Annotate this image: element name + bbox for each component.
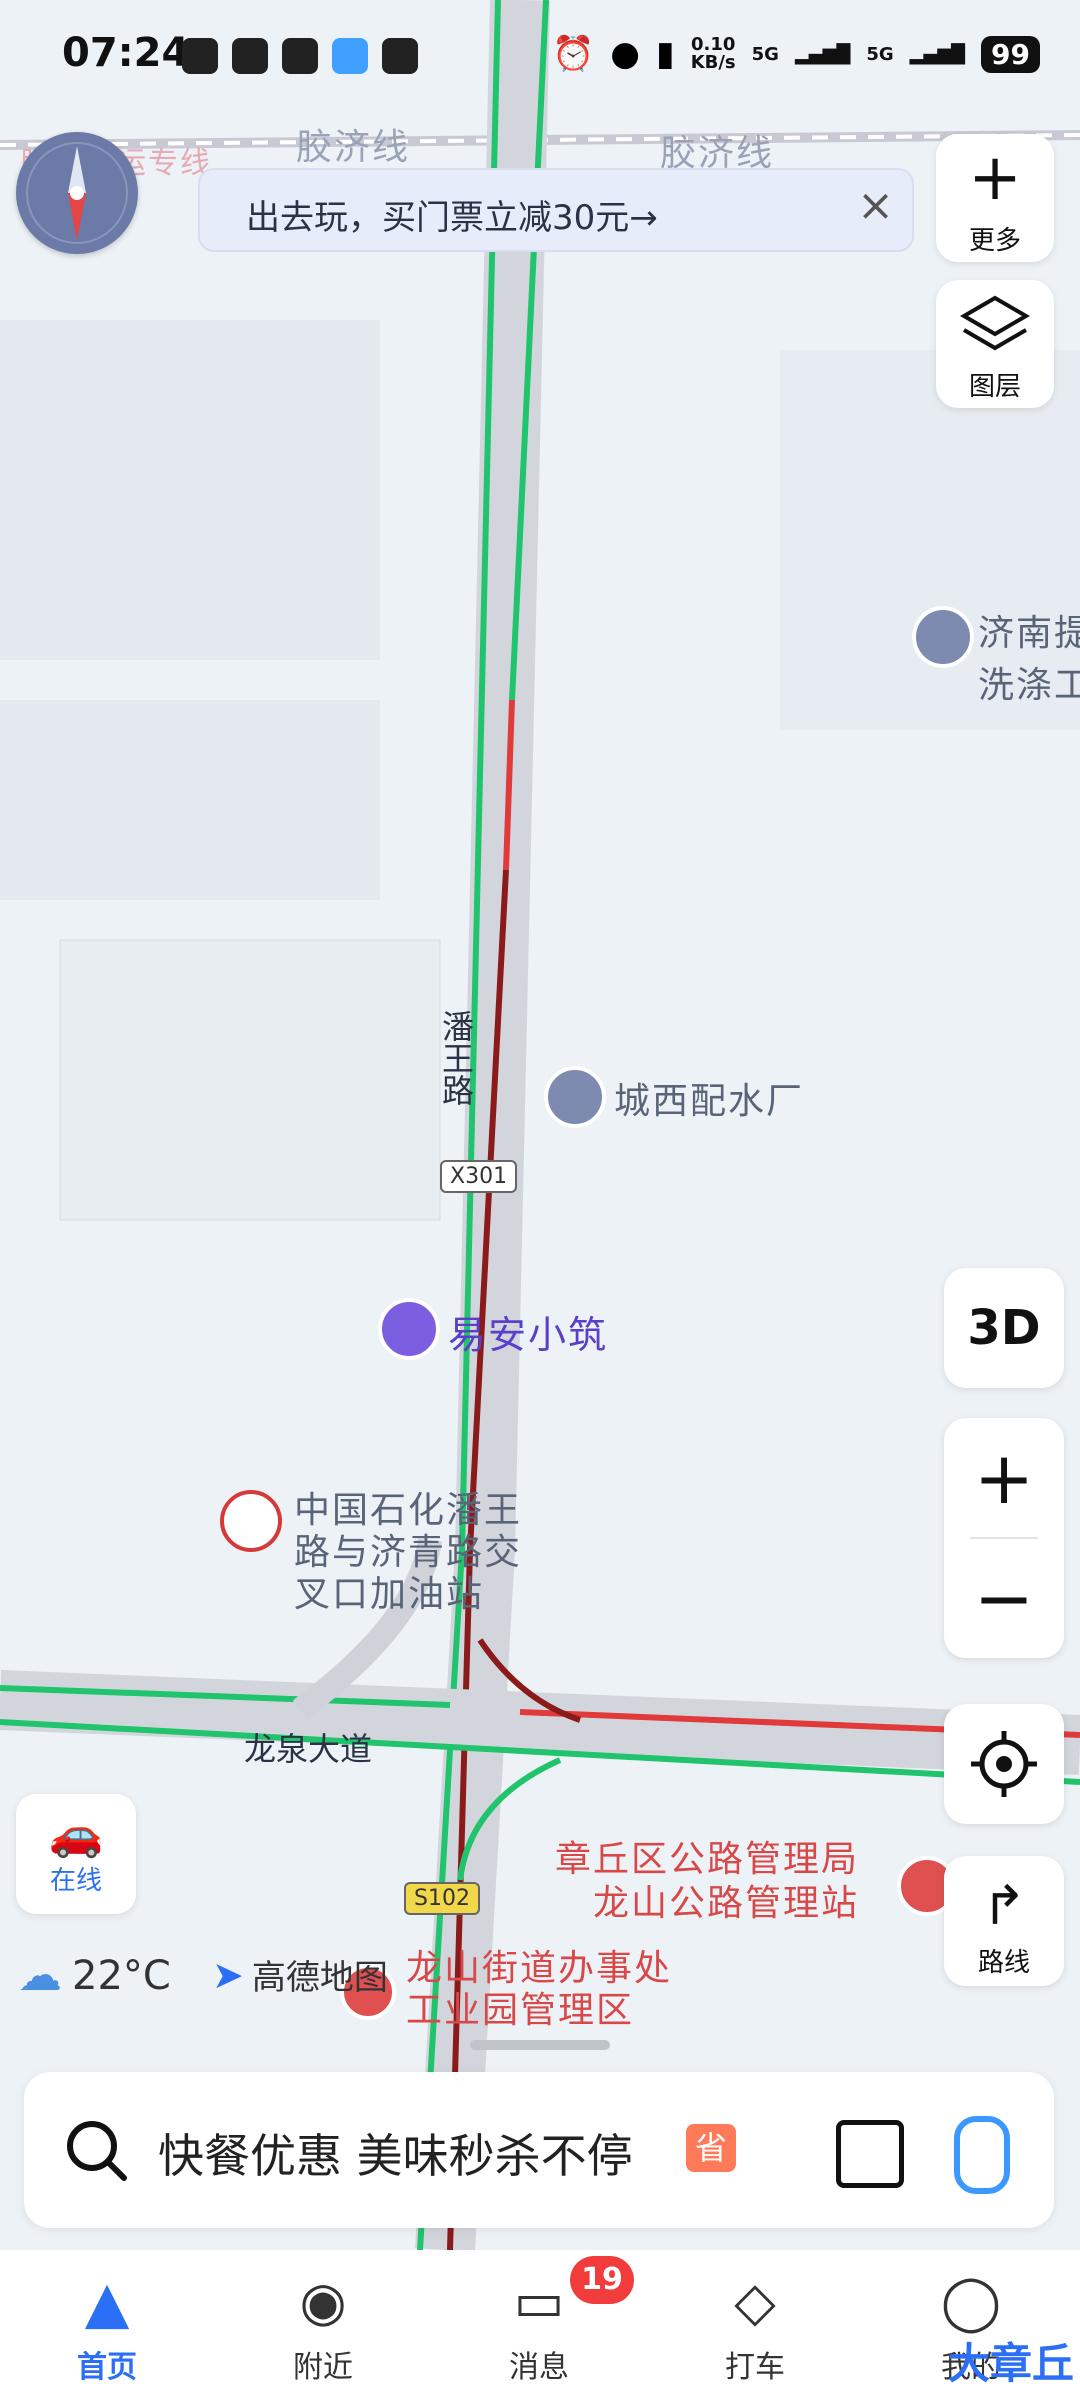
tab-messages-label: 消息 xyxy=(509,2350,569,2385)
car-phone-icon: 🚗 xyxy=(48,1809,104,1860)
zoom-control: + − xyxy=(944,1418,1064,1658)
road-label-longquan: 龙泉大道 xyxy=(244,1730,373,1768)
plus-icon: + xyxy=(968,141,1022,215)
road-label-panwang: 潘王路 xyxy=(437,1010,475,1106)
poi-gas-station[interactable]: 中国石化潘王 路与济青路交 叉口加油站 xyxy=(220,1490,520,1615)
tab-taxi[interactable]: ◇ 打车 xyxy=(680,2270,830,2386)
tiktok-icon xyxy=(382,38,418,74)
online-label: 在线 xyxy=(49,1866,102,1896)
mic-icon: ▮ xyxy=(655,34,675,74)
zoom-in-button[interactable]: + xyxy=(944,1418,1064,1538)
taxi-icon: ◇ xyxy=(734,2270,776,2333)
watermark: 大章丘 xyxy=(947,2339,1074,2388)
voice-mic-icon[interactable] xyxy=(954,2116,1010,2194)
rain-cloud-icon: ☁ xyxy=(18,1950,62,2001)
compass-icon xyxy=(26,142,128,244)
weather-temp: 22°C xyxy=(72,1952,171,1999)
location-pin-icon: ◉ xyxy=(299,2270,347,2333)
location-icon: ● xyxy=(610,34,640,74)
search-icon xyxy=(67,2121,127,2181)
signal-5g-2: 5G xyxy=(866,43,894,65)
status-app-icons xyxy=(182,38,418,74)
poi-label-water-plant: 城西配水厂 xyxy=(614,1081,805,1122)
save-badge: 省 xyxy=(686,2124,736,2172)
online-button[interactable]: 🚗 在线 xyxy=(16,1794,136,1914)
signal-5g-1: 5G xyxy=(751,43,779,65)
tab-nearby-label: 附近 xyxy=(293,2350,353,2385)
app-icon xyxy=(182,38,218,74)
poi-hotel[interactable]: 易安小筑 xyxy=(378,1298,606,1364)
hotel-icon xyxy=(378,1298,440,1360)
signal-bars-icon: ▂▄▆█ xyxy=(794,43,851,65)
poi-label-hotel: 易安小筑 xyxy=(448,1313,609,1357)
route-icon: ↱ xyxy=(981,1874,1027,1937)
user-icon: ◯ xyxy=(940,2270,1002,2333)
tab-home-label: 首页 xyxy=(77,2350,137,2385)
brand-logo: ➤ 高德地图 xyxy=(212,1950,388,1999)
minus-icon: − xyxy=(973,1556,1035,1640)
brand-name: 高德地图 xyxy=(251,1958,388,1998)
zoom-out-button[interactable]: − xyxy=(944,1538,1064,1658)
status-time: 07:24 xyxy=(62,30,190,76)
app-icon xyxy=(282,38,318,74)
3d-label: 3D xyxy=(967,1300,1041,1356)
bottom-tab-bar: ▲ 首页 ◉ 附近 ▭ 消息 ◇ 打车 ◯ 我的 xyxy=(0,2250,1080,2400)
crosshair-icon xyxy=(971,1731,1037,1797)
scan-icon[interactable] xyxy=(836,2120,904,2188)
poi-water-plant[interactable]: 城西配水厂 xyxy=(544,1066,802,1132)
poi-label-street-office: 龙山街道办事处 工业园管理区 xyxy=(406,1948,673,2031)
poi-label-gas-station: 中国石化潘王 路与济青路交 叉口加油站 xyxy=(294,1490,523,1615)
road-shield-s102: S102 xyxy=(404,1882,480,1915)
plus-icon: + xyxy=(973,1436,1035,1520)
search-bar[interactable]: 快餐优惠 美味秒杀不停 省 xyxy=(24,2072,1054,2228)
layers-icon xyxy=(960,295,1030,351)
map-canvas[interactable]: 潘王路 X301 龙泉大道 S102 胶济线 胶济线 胶济客运专线 济南提 洗涤… xyxy=(0,0,1080,2250)
app-icon xyxy=(332,38,368,74)
tab-nearby[interactable]: ◉ 附近 xyxy=(248,2270,398,2386)
close-icon[interactable]: × xyxy=(857,184,894,228)
more-button[interactable]: + 更多 xyxy=(936,134,1054,262)
rail-label-1: 胶济线 xyxy=(296,127,411,168)
poi-jinan[interactable]: 济南提 洗涤工 xyxy=(912,606,1080,706)
message-count-badge: 19 xyxy=(570,2256,634,2304)
signal-bars-icon: ▂▄▆█ xyxy=(909,43,966,65)
status-right: ⏰ ● ▮ 0.10 KB/s 5G ▂▄▆█ 5G ▂▄▆█ 99 xyxy=(552,34,1040,74)
poi-label-jinan: 济南提 洗涤工 xyxy=(978,613,1080,706)
amap-logo-icon: ➤ xyxy=(212,1952,244,1997)
net-speed: 0.10 KB/s xyxy=(691,36,736,72)
weather-widget[interactable]: ☁ 22°C xyxy=(18,1950,171,2001)
search-placeholder: 快餐优惠 美味秒杀不停 xyxy=(158,2129,633,2183)
compass-button[interactable] xyxy=(16,132,138,254)
alarm-icon: ⏰ xyxy=(551,34,595,74)
promo-banner[interactable]: 出去玩，买门票立减30元→ × xyxy=(198,168,914,252)
promo-banner-text: 出去玩，买门票立减30元→ xyxy=(246,198,658,238)
poi-label-highway-bureau: 章丘区公路管理局 龙山公路管理站 xyxy=(555,1839,860,1924)
status-bar: 07:24 ⏰ ● ▮ 0.10 KB/s 5G ▂▄▆█ 5G ▂▄▆█ 99 xyxy=(0,0,1080,116)
tab-taxi-label: 打车 xyxy=(725,2350,785,2385)
road-shield-x301: X301 xyxy=(440,1160,518,1193)
battery-level: 99 xyxy=(981,35,1040,73)
app-icon xyxy=(232,38,268,74)
route-button[interactable]: ↱ 路线 xyxy=(944,1856,1064,1986)
locate-button[interactable] xyxy=(944,1704,1064,1824)
route-label: 路线 xyxy=(977,1948,1030,1978)
navigation-arrow-icon: ▲ xyxy=(84,2268,130,2336)
net-speed-unit: KB/s xyxy=(690,52,736,73)
layers-label: 图层 xyxy=(968,372,1021,402)
poi-icon xyxy=(544,1066,606,1128)
tab-home[interactable]: ▲ 首页 xyxy=(32,2270,182,2386)
drag-handle[interactable] xyxy=(470,2040,610,2050)
layers-button[interactable]: 图层 xyxy=(936,280,1054,408)
poi-icon xyxy=(912,606,974,668)
gas-station-icon xyxy=(220,1490,282,1552)
more-label: 更多 xyxy=(968,226,1021,256)
3d-button[interactable]: 3D xyxy=(944,1268,1064,1388)
